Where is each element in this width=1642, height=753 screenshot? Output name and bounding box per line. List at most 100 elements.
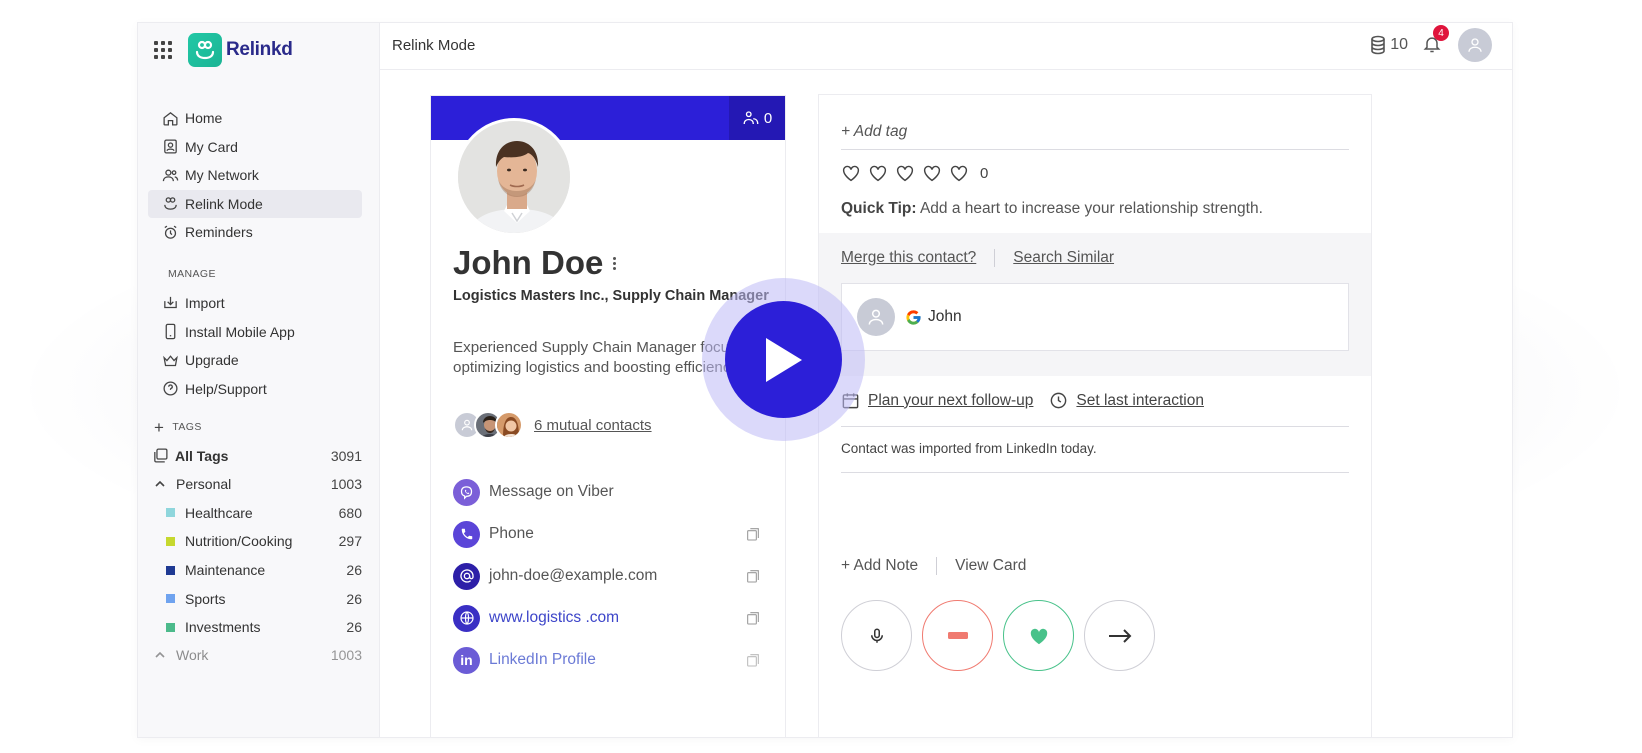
logo-icon[interactable]	[188, 33, 222, 67]
duplicate-contact-card[interactable]: John	[841, 283, 1349, 351]
phone-link[interactable]: Phone	[489, 525, 534, 543]
profile-photo	[455, 118, 573, 236]
heart-icon[interactable]	[868, 164, 888, 182]
tag-color-swatch	[166, 508, 175, 518]
play-button-core	[725, 301, 842, 418]
tag-item-investments[interactable]: Investments 26	[148, 613, 362, 642]
activity-log-entry: Contact was imported from LinkedIn today…	[841, 441, 1097, 456]
action-buttons	[841, 600, 1155, 671]
add-tag-button[interactable]: + Add tag	[841, 123, 907, 141]
search-similar-link[interactable]: Search Similar	[1013, 249, 1114, 267]
contact-methods: Message on Viber Phone john-doe@example.…	[453, 471, 761, 681]
user-icon	[1468, 38, 1482, 52]
tag-label: Maintenance	[185, 562, 266, 579]
personal-label: Personal	[176, 476, 232, 493]
add-tag-plus-icon[interactable]: +	[154, 419, 164, 436]
sidebar: Relinkd Home My Card My Network Relink M…	[138, 23, 380, 737]
add-heart-button[interactable]	[1003, 600, 1074, 671]
relink-icon	[164, 197, 177, 211]
network-count-button[interactable]: 0	[729, 96, 785, 140]
tag-count: 297	[338, 533, 362, 550]
merge-actions: Merge this contact? Search Similar	[841, 249, 1114, 267]
heart-icon[interactable]	[949, 164, 969, 182]
email-link[interactable]: john-doe@example.com	[489, 567, 657, 585]
tag-color-swatch	[166, 594, 175, 604]
mutual-avatar	[495, 411, 523, 439]
tag-item-nutrition-cooking[interactable]: Nutrition/Cooking 297	[148, 527, 362, 556]
sidebar-item-relink-mode[interactable]: Relink Mode	[148, 189, 362, 218]
chevron-up-icon[interactable]	[154, 478, 166, 490]
divider	[841, 426, 1349, 427]
contact-viber-row: Message on Viber	[453, 471, 761, 513]
tags-section-label: TAGS	[172, 421, 202, 434]
chevron-up-icon[interactable]	[154, 649, 166, 661]
sidebar-item-label: Home	[185, 110, 223, 126]
tag-count: 26	[346, 562, 362, 579]
tag-item-sports[interactable]: Sports 26	[148, 584, 362, 613]
tag-item-maintenance[interactable]: Maintenance 26	[148, 556, 362, 585]
sidebar-item-reminders[interactable]: Reminders	[148, 218, 362, 246]
sidebar-item-work[interactable]: Work 1003	[148, 642, 362, 668]
apps-grid-icon[interactable]	[154, 41, 172, 59]
copy-icon[interactable]	[745, 526, 761, 542]
clock-icon	[1051, 392, 1067, 409]
topbar-actions: 10 4	[1369, 25, 1492, 62]
message-on-viber-link[interactable]: Message on Viber	[489, 483, 614, 501]
merge-contact-link[interactable]: Merge this contact?	[841, 249, 976, 267]
coins-count: 10	[1390, 36, 1408, 53]
decrease-button[interactable]	[922, 600, 993, 671]
mutual-contacts-link[interactable]: 6 mutual contacts	[534, 417, 652, 434]
contact-email-row: john-doe@example.com	[453, 555, 761, 597]
coins-indicator[interactable]: 10	[1369, 35, 1408, 55]
tag-label: Nutrition/Cooking	[185, 533, 293, 550]
plan-follow-up-link[interactable]: Plan your next follow-up	[868, 392, 1033, 410]
quick-tip-label: Quick Tip:	[841, 200, 917, 217]
sidebar-item-my-network[interactable]: My Network	[148, 161, 362, 189]
user-avatar[interactable]	[1458, 28, 1492, 62]
sidebar-item-home[interactable]: Home	[148, 104, 362, 132]
manage-section-label: MANAGE	[168, 267, 216, 280]
copy-icon[interactable]	[745, 568, 761, 584]
view-card-button[interactable]: View Card	[955, 557, 1026, 575]
set-last-interaction-link[interactable]: Set last interaction	[1076, 392, 1204, 410]
sidebar-item-upgrade[interactable]: Upgrade	[148, 346, 362, 374]
copy-icon[interactable]	[745, 610, 761, 626]
contact-phone-row: Phone	[453, 513, 761, 555]
quick-tip-text: Add a heart to increase your relationshi…	[916, 200, 1263, 217]
microphone-icon	[870, 628, 883, 643]
video-play-button[interactable]	[702, 278, 865, 441]
sidebar-item-label: Upgrade	[185, 352, 239, 369]
sidebar-item-install-mobile-app[interactable]: Install Mobile App	[148, 318, 362, 346]
sidebar-item-help-support[interactable]: Help/Support	[148, 375, 362, 403]
mobile-icon	[165, 323, 176, 340]
sidebar-nav: Home My Card My Network Relink Mode Remi…	[148, 104, 362, 668]
tag-count: 26	[346, 619, 362, 636]
heart-icon[interactable]	[895, 164, 915, 182]
topbar: Relink Mode 10 4	[380, 23, 1512, 70]
sidebar-item-all-tags[interactable]: All Tags 3091	[148, 441, 362, 470]
all-tags-count: 3091	[330, 447, 362, 464]
copy-icon[interactable]	[745, 652, 761, 668]
tag-item-healthcare[interactable]: Healthcare 680	[148, 499, 362, 528]
notifications-button[interactable]: 4	[1422, 25, 1449, 57]
sidebar-item-personal[interactable]: Personal 1003	[148, 470, 362, 499]
brand-name: Relinkd	[226, 39, 293, 60]
sidebar-item-import[interactable]: Import	[148, 289, 362, 317]
network-icon	[162, 169, 179, 181]
next-contact-button[interactable]	[1084, 600, 1155, 671]
heart-icon[interactable]	[922, 164, 942, 182]
add-note-button[interactable]: + Add Note	[841, 557, 918, 575]
website-link[interactable]: www.logistics .com	[489, 609, 619, 627]
linkedin-icon: in	[453, 646, 480, 674]
sidebar-item-my-card[interactable]: My Card	[148, 133, 362, 161]
linkedin-profile-link[interactable]: LinkedIn Profile	[489, 651, 596, 669]
more-options-icon[interactable]	[613, 256, 617, 270]
tag-color-swatch	[166, 622, 175, 632]
work-label: Work	[176, 646, 209, 663]
tag-label: Sports	[185, 590, 226, 607]
viber-icon	[453, 478, 480, 506]
heart-icon[interactable]	[841, 164, 861, 182]
note-actions: + Add Note View Card	[841, 557, 1026, 575]
record-voice-button[interactable]	[841, 600, 912, 671]
page-title: Relink Mode	[392, 37, 476, 54]
